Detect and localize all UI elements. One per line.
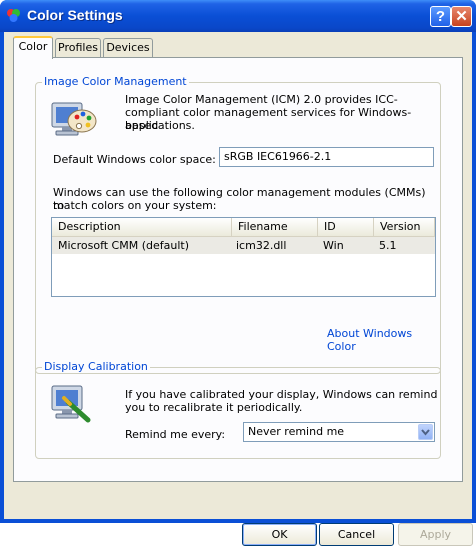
column-header-filename[interactable]: Filename: [232, 218, 318, 236]
icm-description-line-3: applications.: [125, 119, 195, 132]
table-row[interactable]: Microsoft CMM (default) icm32.dll Win 5.…: [52, 237, 435, 254]
close-button[interactable]: ✕: [451, 6, 472, 27]
chevron-down-icon: [421, 429, 430, 436]
monitor-palette-icon: [51, 102, 97, 136]
remind-interval-value: Never remind me: [248, 425, 345, 438]
help-button[interactable]: ?: [430, 6, 451, 27]
tab-devices[interactable]: Devices: [103, 38, 153, 58]
apply-button[interactable]: Apply: [398, 523, 473, 546]
cancel-button[interactable]: Cancel: [319, 523, 394, 546]
row-description: Microsoft CMM (default): [58, 239, 190, 252]
remind-label: Remind me every:: [125, 428, 226, 441]
color-settings-app-icon: [7, 9, 20, 22]
calibration-group: Display Calibration If you have calibrat…: [35, 360, 441, 459]
row-version: 5.1: [379, 239, 397, 252]
icm-group-legend: Image Color Management: [42, 75, 189, 88]
display-calibration-icon: [51, 385, 91, 423]
column-header-id[interactable]: ID: [318, 218, 374, 236]
dialog-window: Color Settings ? ✕ Color Profiles Device…: [0, 0, 476, 546]
ok-button[interactable]: OK: [242, 523, 317, 546]
dropdown-button[interactable]: [418, 424, 433, 440]
column-header-description[interactable]: Description: [52, 218, 232, 236]
calibration-group-legend: Display Calibration: [42, 360, 150, 373]
tab-color[interactable]: Color: [13, 36, 53, 59]
about-windows-color-link[interactable]: About Windows Color: [327, 327, 440, 353]
icm-description-line-1: Image Color Management (ICM) 2.0 provide…: [125, 93, 398, 106]
remind-interval-select[interactable]: Never remind me: [243, 422, 435, 442]
cmm-intro-line-2: match colors on your system:: [53, 199, 217, 212]
row-filename: icm32.dll: [236, 239, 287, 252]
title-bar[interactable]: Color Settings ? ✕: [0, 0, 476, 32]
dialog-client: Color Profiles Devices Image Color Manag…: [4, 32, 473, 546]
color-space-field[interactable]: sRGB IEC61966-2.1: [219, 147, 434, 167]
column-header-version[interactable]: Version: [374, 218, 435, 236]
cmm-list-header: Description Filename ID Version: [52, 218, 435, 237]
window-title: Color Settings: [27, 7, 123, 23]
row-id: Win: [323, 239, 344, 252]
cmm-list[interactable]: Description Filename ID Version Microsof…: [51, 217, 436, 297]
calibration-description-line-2: you to recalibrate it periodically.: [125, 401, 303, 414]
color-space-label: Default Windows color space:: [53, 153, 216, 166]
color-tab-panel: Image Color Management Image Color Manag…: [13, 57, 463, 482]
calibration-description-line-1: If you have calibrated your display, Win…: [125, 388, 438, 401]
tab-profiles[interactable]: Profiles: [55, 38, 101, 58]
icm-group: Image Color Management Image Color Manag…: [35, 75, 441, 374]
